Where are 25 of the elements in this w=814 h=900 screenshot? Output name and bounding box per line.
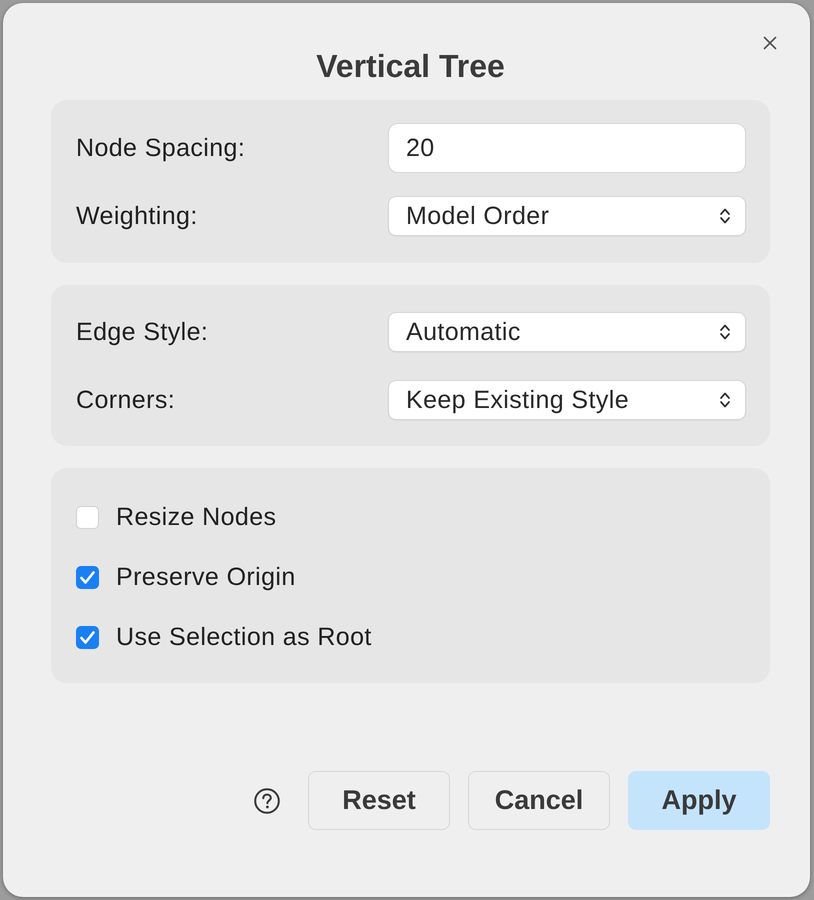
apply-button[interactable]: Apply	[628, 771, 770, 830]
field-label: Weighting:	[76, 201, 198, 231]
field-label: Edge Style:	[76, 317, 208, 347]
field-label: Corners:	[76, 385, 176, 415]
field-label: Node Spacing:	[76, 133, 246, 163]
checkbox-label: Resize Nodes	[116, 502, 276, 532]
dialog-title: Vertical Tree	[316, 47, 505, 85]
chevron-updown-icon	[719, 323, 731, 341]
checkmark-icon	[79, 570, 96, 584]
dialog-button[interactable]: Cancel	[468, 771, 610, 830]
close-icon[interactable]	[763, 36, 777, 50]
dropdown[interactable]: Automatic	[388, 312, 746, 352]
text-input[interactable]: 20	[388, 123, 746, 173]
checkmark-icon	[79, 630, 96, 644]
checkbox[interactable]	[76, 626, 99, 648]
checkbox-label: Preserve Origin	[116, 562, 296, 592]
checkbox[interactable]	[76, 506, 99, 528]
help-icon[interactable]	[254, 788, 280, 814]
dropdown[interactable]: Model Order	[388, 196, 746, 236]
dialog-button[interactable]: Reset	[308, 771, 450, 830]
chevron-updown-icon	[719, 207, 731, 225]
checkbox-label: Use Selection as Root	[116, 622, 372, 652]
checkbox[interactable]	[76, 566, 99, 588]
dropdown[interactable]: Keep Existing Style	[388, 380, 746, 420]
chevron-updown-icon	[719, 391, 731, 409]
